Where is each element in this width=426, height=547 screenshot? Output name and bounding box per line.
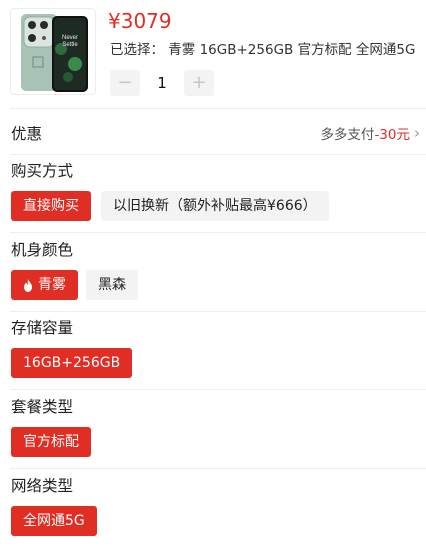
network-option-5g[interactable]: 全网通5G (11, 506, 97, 536)
product-header: Never Settle ¥3079 已选择： 青雾 16GB+256GB 官方… (0, 0, 426, 108)
color-option-qingwu[interactable]: 青雾 (11, 270, 78, 300)
product-price: ¥3079 (108, 9, 172, 33)
promo-title: 优惠 (11, 125, 43, 143)
divider (10, 468, 426, 469)
promo-amount: -30元 (374, 127, 410, 143)
minus-icon: − (117, 72, 133, 93)
decrement-button[interactable]: − (110, 70, 140, 96)
network-title: 网络类型 (11, 477, 74, 495)
svg-text:Settle: Settle (62, 42, 78, 48)
storage-option-16-256[interactable]: 16GB+256GB (11, 348, 133, 378)
color-option-heisen[interactable]: 黑森 (86, 270, 138, 300)
purchase-method-title: 购买方式 (11, 162, 74, 180)
product-image[interactable]: Never Settle (10, 8, 96, 95)
selected-value: 青雾 16GB+256GB 官方标配 全网通5G (168, 42, 416, 58)
promo-text: 多多支付 (320, 127, 375, 143)
increment-button[interactable]: + (184, 70, 214, 96)
svg-text:Never: Never (62, 35, 78, 41)
promo-detail[interactable]: 多多支付 -30元 › (320, 123, 420, 143)
divider (10, 108, 426, 109)
divider (10, 311, 426, 312)
purchase-option-trade-in[interactable]: 以旧换新（额外补贴最高¥666） (101, 191, 329, 221)
package-title: 套餐类型 (11, 398, 74, 416)
color-option-label: 青雾 (38, 277, 66, 293)
purchase-option-direct[interactable]: 直接购买 (11, 191, 91, 221)
phone-image: Never Settle (11, 9, 95, 94)
divider (10, 232, 426, 233)
divider (10, 389, 426, 390)
plus-icon: + (191, 72, 207, 93)
selected-label: 已选择： (110, 42, 164, 58)
selected-spec: 已选择： 青雾 16GB+256GB 官方标配 全网通5G (110, 41, 415, 59)
package-option-official[interactable]: 官方标配 (11, 427, 91, 457)
promo-row[interactable]: 优惠 多多支付 -30元 › (0, 110, 426, 154)
chevron-right-icon: › (414, 124, 420, 142)
flame-icon (24, 278, 32, 292)
color-title: 机身颜色 (11, 241, 74, 259)
quantity-stepper: − 1 + (110, 70, 214, 96)
quantity-value[interactable]: 1 (140, 74, 184, 92)
divider (10, 154, 426, 155)
storage-title: 存储容量 (11, 319, 74, 337)
